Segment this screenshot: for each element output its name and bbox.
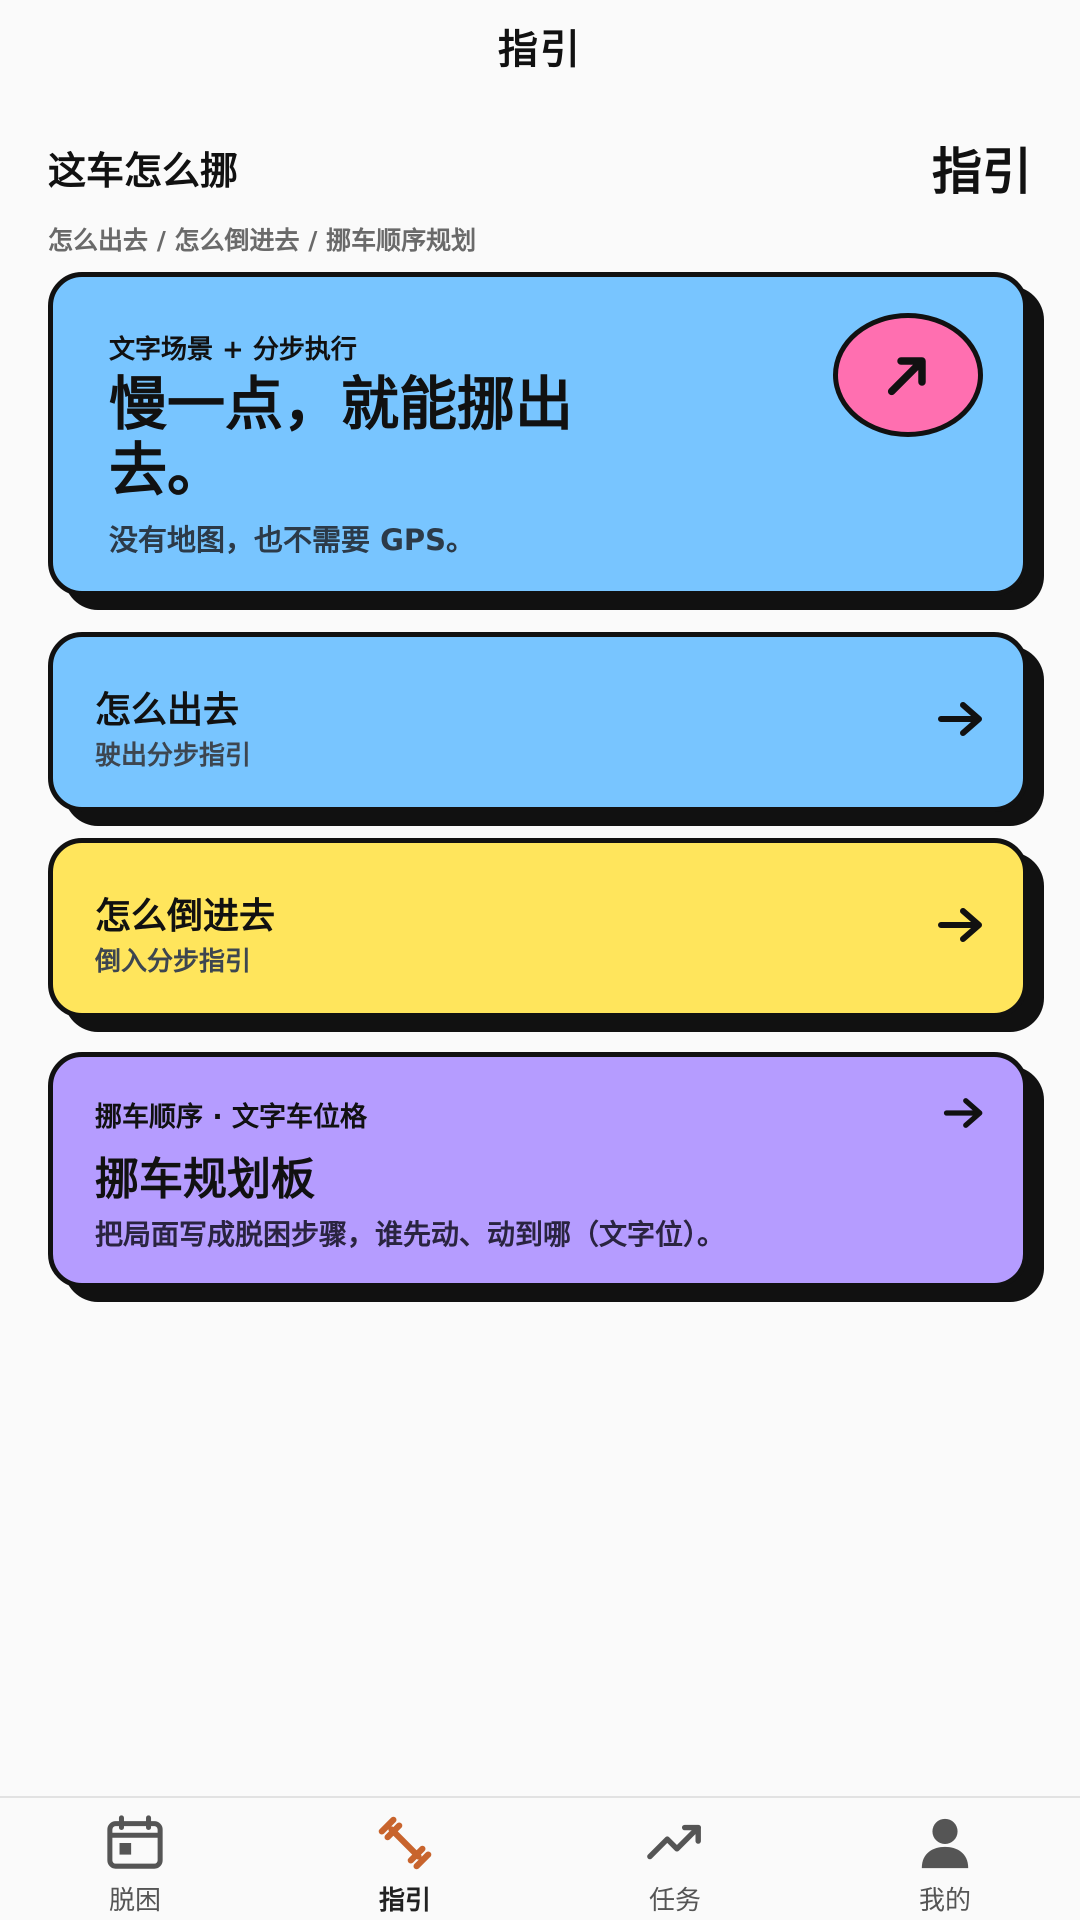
plan-title: 挪车规划板 xyxy=(95,1154,315,1205)
nav-item-guide[interactable]: 指引 xyxy=(270,1798,540,1920)
guide-card-subtitle: 倒入分步指引 xyxy=(95,947,252,977)
nav-item-tasks[interactable]: 任务 xyxy=(540,1798,810,1920)
person-icon xyxy=(921,1818,969,1869)
app-bar-title: 指引 xyxy=(498,27,582,73)
hero-kicker: 文字场景 + 分步执行 xyxy=(109,335,357,365)
calendar-icon xyxy=(107,1815,163,1869)
page-subtitle: 怎么出去 / 怎么倒进去 / 挪车顺序规划 xyxy=(48,226,477,255)
page-header: 这车怎么挪 指引 怎么出去 / 怎么倒进去 / 挪车顺序规划 xyxy=(48,140,1032,257)
guide-card-title: 怎么倒进去 xyxy=(95,896,276,937)
arrow-right-icon xyxy=(938,908,982,942)
guide-card-drive-out[interactable]: 怎么出去 驶出分步指引 xyxy=(48,632,1028,812)
section-label: 指引 xyxy=(932,143,1032,201)
arrow-right-icon xyxy=(938,702,982,736)
nav-label: 我的 xyxy=(918,1886,971,1916)
arrow-right-icon xyxy=(943,1098,983,1128)
nav-label: 任务 xyxy=(648,1886,701,1916)
plan-subtitle: 把局面写成脱困步骤，谁先动、动到哪（文字位）。 xyxy=(95,1218,726,1251)
bottom-nav: 脱困 指引 任务 我的 xyxy=(0,1796,1080,1920)
hero-title: 慢一点，就能挪出去。 xyxy=(109,370,574,504)
guide-card-title: 怎么出去 xyxy=(95,690,240,731)
page-title: 这车怎么挪 xyxy=(48,149,239,193)
nav-item-profile[interactable]: 我的 xyxy=(810,1798,1080,1920)
plan-board-card[interactable]: 挪车顺序 · 文字车位格 挪车规划板 把局面写成脱困步骤，谁先动、动到哪（文字位… xyxy=(48,1052,1028,1288)
plan-kicker: 挪车顺序 · 文字车位格 xyxy=(95,1102,368,1133)
top-app-bar: 指引 xyxy=(0,0,1080,92)
dumbbell-icon xyxy=(378,1816,432,1870)
hero-open-button[interactable] xyxy=(833,313,983,437)
hero-card[interactable]: 文字场景 + 分步执行 慢一点，就能挪出去。 没有地图，也不需要 GPS。 xyxy=(48,272,1028,596)
trending-up-icon xyxy=(647,1824,701,1860)
arrow-up-right-icon xyxy=(887,357,926,396)
nav-label: 指引 xyxy=(378,1886,431,1916)
hero-subtitle: 没有地图，也不需要 GPS。 xyxy=(109,523,476,557)
nav-label: 脱困 xyxy=(108,1886,161,1916)
guide-card-subtitle: 驶出分步指引 xyxy=(95,741,252,771)
guide-card-reverse-in[interactable]: 怎么倒进去 倒入分步指引 xyxy=(48,838,1028,1018)
nav-item-escape[interactable]: 脱困 xyxy=(0,1798,270,1920)
